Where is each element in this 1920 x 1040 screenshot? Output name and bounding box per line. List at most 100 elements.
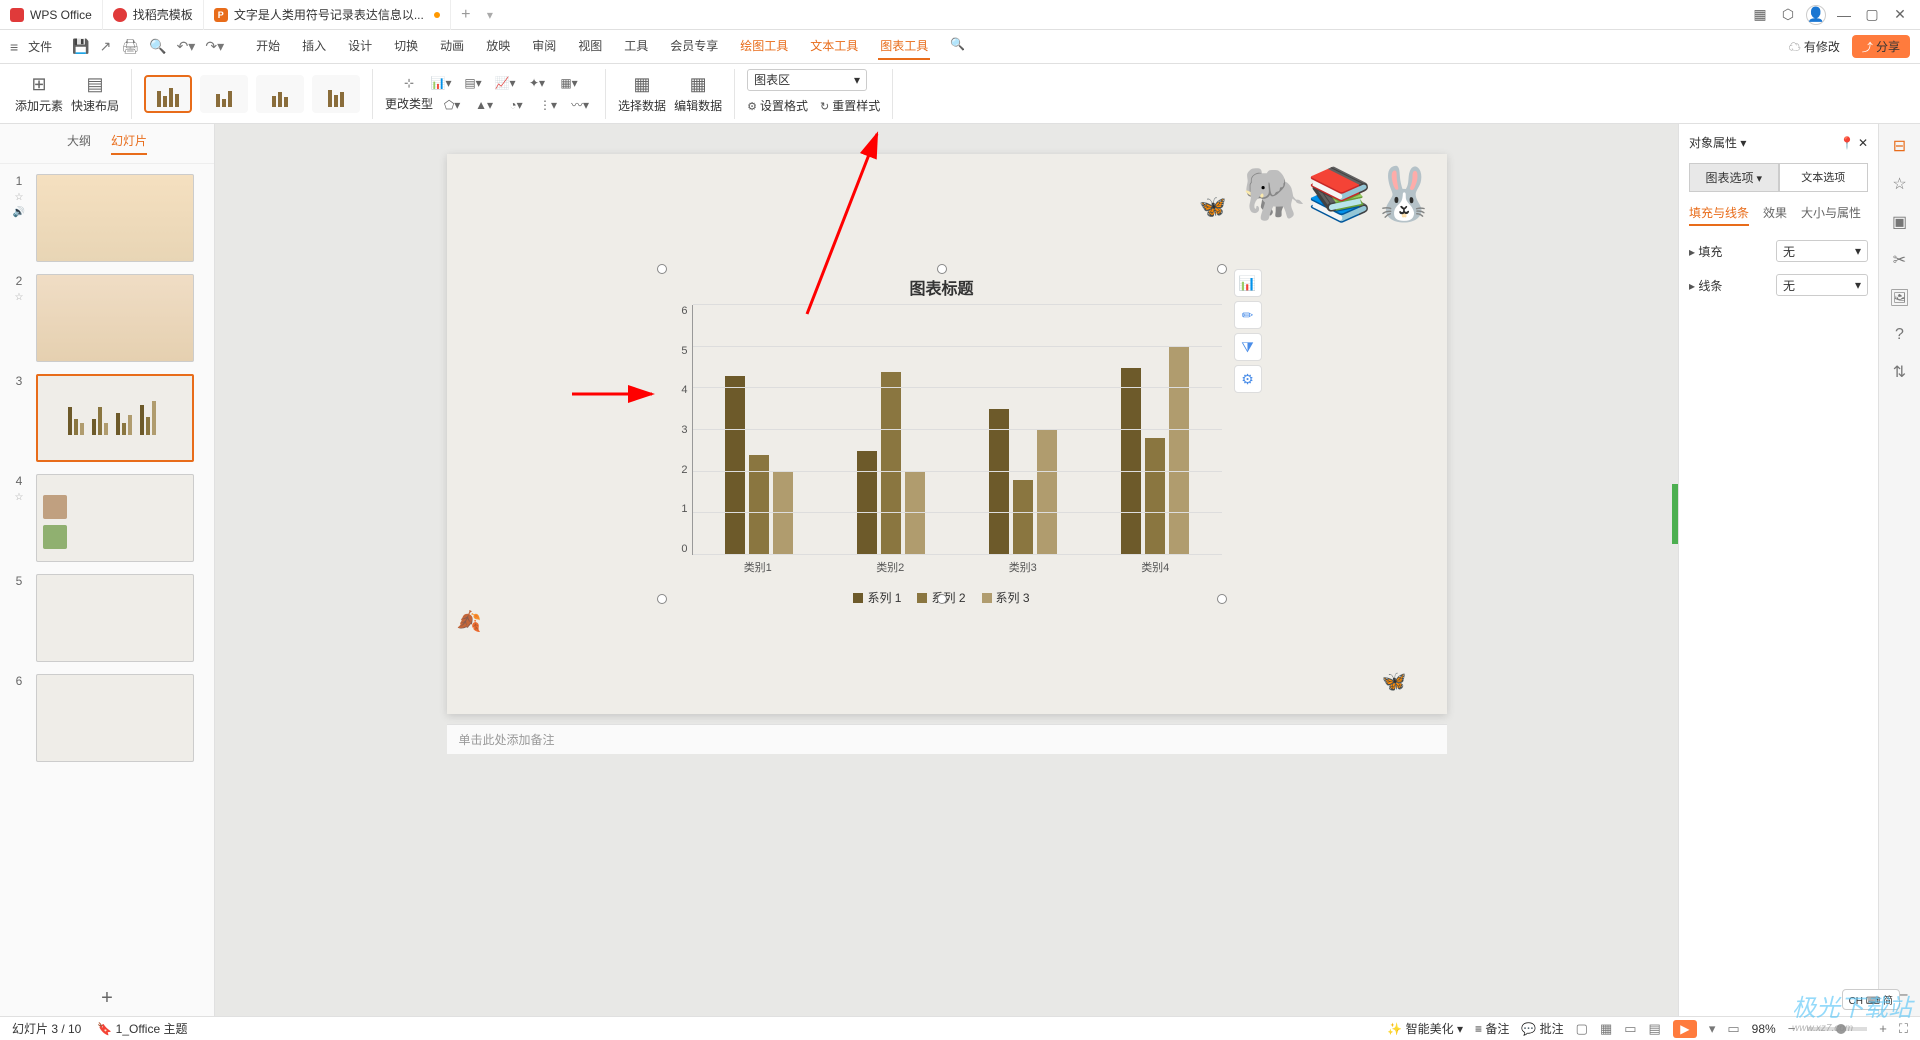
edit-data-button[interactable]: ▦ 编辑数据 xyxy=(674,74,722,114)
bar[interactable] xyxy=(881,372,901,555)
tab-transition[interactable]: 切换 xyxy=(392,33,420,60)
chart-style-thumb-2[interactable] xyxy=(200,75,248,113)
tab-design[interactable]: 设计 xyxy=(346,33,374,60)
tools-strip-icon[interactable]: ✂ xyxy=(1893,250,1906,270)
tab-drawtools[interactable]: 绘图工具 xyxy=(738,33,790,60)
add-slide-button[interactable]: + xyxy=(0,981,214,1016)
tab-member[interactable]: 会员专享 xyxy=(668,33,720,60)
zoom-out-icon[interactable]: ▭ xyxy=(1727,1021,1739,1037)
text-options-tab[interactable]: 文本选项 xyxy=(1779,163,1869,192)
tab-view[interactable]: 视图 xyxy=(576,33,604,60)
slide-thumb-1[interactable] xyxy=(36,174,194,262)
resize-handle-t[interactable] xyxy=(937,264,947,274)
notes-button[interactable]: ≡ 备注 xyxy=(1475,1020,1509,1037)
user-avatar-icon[interactable]: 👤 xyxy=(1806,5,1826,25)
change-type-button[interactable]: ⊹📊▾▤▾📈▾✦▾▦▾ 更改类型⬠▾▲▾◔▾⋮▾〰▾ xyxy=(385,73,593,115)
maximize-icon[interactable]: ▢ xyxy=(1862,5,1882,25)
tab-start[interactable]: 开始 xyxy=(254,33,282,60)
effect-subtab[interactable]: 效果 xyxy=(1763,204,1787,226)
chart-title[interactable]: 图表标题 xyxy=(662,269,1222,305)
add-tab-button[interactable]: + xyxy=(451,6,481,24)
undo-icon[interactable]: ↶▾ xyxy=(177,38,196,55)
resize-handle-br[interactable] xyxy=(1217,594,1227,604)
pin-icon[interactable]: 📍 xyxy=(1840,136,1855,150)
resize-handle-b[interactable] xyxy=(937,594,947,604)
chart-object[interactable]: 📊 ✏ ⧩ ⚙ 图表标题 6543210 类别1类别2类别3类别4 系列 1系列… xyxy=(662,269,1222,599)
smart-beautify-button[interactable]: ✨ 智能美化 ▾ xyxy=(1387,1020,1463,1037)
cloud-sync-icon[interactable]: ☁ 有修改 xyxy=(1789,38,1840,55)
fill-select[interactable]: 无▾ xyxy=(1776,240,1868,262)
chart-options-tab[interactable]: 图表选项 ▾ xyxy=(1689,163,1779,192)
cube-3d-icon[interactable]: ⬡ xyxy=(1778,5,1798,25)
outline-tab[interactable]: 大纲 xyxy=(67,132,91,155)
reading-view-icon[interactable]: ▭ xyxy=(1624,1021,1636,1037)
star-strip-icon[interactable]: ☆ xyxy=(1892,174,1906,194)
app-tab[interactable]: WPS Office xyxy=(0,0,103,30)
minimize-icon[interactable]: — xyxy=(1834,5,1854,25)
set-format-button[interactable]: ⚙ 设置格式 xyxy=(747,97,808,114)
quick-layout-button[interactable]: ▤ 快速布局 xyxy=(71,74,119,114)
legend-item[interactable]: 系列 1 xyxy=(853,589,901,606)
slide-thumb-2[interactable] xyxy=(36,274,194,362)
bar-group[interactable] xyxy=(857,305,925,555)
canvas-area[interactable]: 🦋 🐘📚🐰 🦋 🍂 📊 ✏ ⧩ ⚙ 图表标题 xyxy=(215,124,1678,1016)
slide-thumb-4[interactable] xyxy=(36,474,194,562)
preview-icon[interactable]: 🔍 xyxy=(149,38,166,55)
share-button[interactable]: ⤴ 分享 xyxy=(1852,35,1910,58)
slides-strip-icon[interactable]: ▣ xyxy=(1892,212,1907,232)
slideshow-dropdown-icon[interactable]: ▾ xyxy=(1709,1021,1716,1037)
close-panel-icon[interactable]: ✕ xyxy=(1858,136,1868,150)
close-icon[interactable]: ✕ xyxy=(1890,5,1910,25)
bar[interactable] xyxy=(1169,347,1189,555)
file-menu[interactable]: 文件 xyxy=(28,38,52,55)
document-tab-active[interactable]: P 文字是人类用符号记录表达信息以... xyxy=(204,0,451,30)
tab-insert[interactable]: 插入 xyxy=(300,33,328,60)
template-tab[interactable]: 找稻壳模板 xyxy=(103,0,204,30)
flow-strip-icon[interactable]: ⇅ xyxy=(1893,362,1906,382)
bar-group[interactable] xyxy=(989,305,1057,555)
comments-button[interactable]: 💬 批注 xyxy=(1521,1020,1563,1037)
save-icon[interactable]: 💾 xyxy=(72,38,89,55)
slide-thumb-6[interactable] xyxy=(36,674,194,762)
slideshow-button[interactable]: ▶ xyxy=(1673,1020,1697,1038)
slides-list[interactable]: 1☆🔊 2☆ 3 4☆ 5 6 xyxy=(0,164,214,981)
notes-view-icon[interactable]: ▤ xyxy=(1649,1021,1661,1037)
theme-indicator[interactable]: 🔖 1_Office 主题 xyxy=(97,1020,187,1037)
zoom-level[interactable]: 98% xyxy=(1752,1022,1776,1036)
bar[interactable] xyxy=(725,376,745,555)
redo-icon[interactable]: ↷▾ xyxy=(205,38,224,55)
print-icon[interactable]: 🖨 xyxy=(121,38,139,55)
chart-style-thumb-4[interactable] xyxy=(312,75,360,113)
menu-hamburger-icon[interactable]: ≡ xyxy=(10,39,18,55)
chart-style-thumb-3[interactable] xyxy=(256,75,304,113)
size-subtab[interactable]: 大小与属性 xyxy=(1801,204,1861,226)
slide-thumb-3-selected[interactable] xyxy=(36,374,194,462)
legend-item[interactable]: 系列 3 xyxy=(982,589,1030,606)
chart-settings-tool-icon[interactable]: ⚙ xyxy=(1234,365,1262,393)
sorter-view-icon[interactable]: ▦ xyxy=(1600,1021,1612,1037)
search-icon[interactable]: 🔍 xyxy=(948,33,967,60)
fill-line-subtab[interactable]: 填充与线条 xyxy=(1689,204,1749,226)
chart-plot-area[interactable]: 6543210 xyxy=(692,305,1222,555)
bar-group[interactable] xyxy=(1121,305,1189,555)
tab-slideshow[interactable]: 放映 xyxy=(484,33,512,60)
resize-handle-tr[interactable] xyxy=(1217,264,1227,274)
resize-handle-bl[interactable] xyxy=(657,594,667,604)
bar[interactable] xyxy=(1145,438,1165,555)
tab-texttools[interactable]: 文本工具 xyxy=(808,33,860,60)
bar[interactable] xyxy=(1013,480,1033,555)
bar[interactable] xyxy=(1037,430,1057,555)
chart-area-select[interactable]: 图表区▾ xyxy=(747,69,867,91)
chart-filter-tool-icon[interactable]: ⧩ xyxy=(1234,333,1262,361)
bar[interactable] xyxy=(1121,368,1141,556)
bar[interactable] xyxy=(989,409,1009,555)
tab-dropdown-icon[interactable]: ▾ xyxy=(487,8,493,22)
image-strip-icon[interactable]: 🖼 xyxy=(1889,288,1909,308)
select-data-button[interactable]: ▦ 选择数据 xyxy=(618,74,666,114)
normal-view-icon[interactable]: ▢ xyxy=(1576,1021,1588,1037)
cube-layout-icon[interactable]: ▦ xyxy=(1750,5,1770,25)
line-select[interactable]: 无▾ xyxy=(1776,274,1868,296)
bar-group[interactable] xyxy=(725,305,793,555)
slides-tab[interactable]: 幻灯片 xyxy=(111,132,147,155)
tab-charttools[interactable]: 图表工具 xyxy=(878,33,930,60)
